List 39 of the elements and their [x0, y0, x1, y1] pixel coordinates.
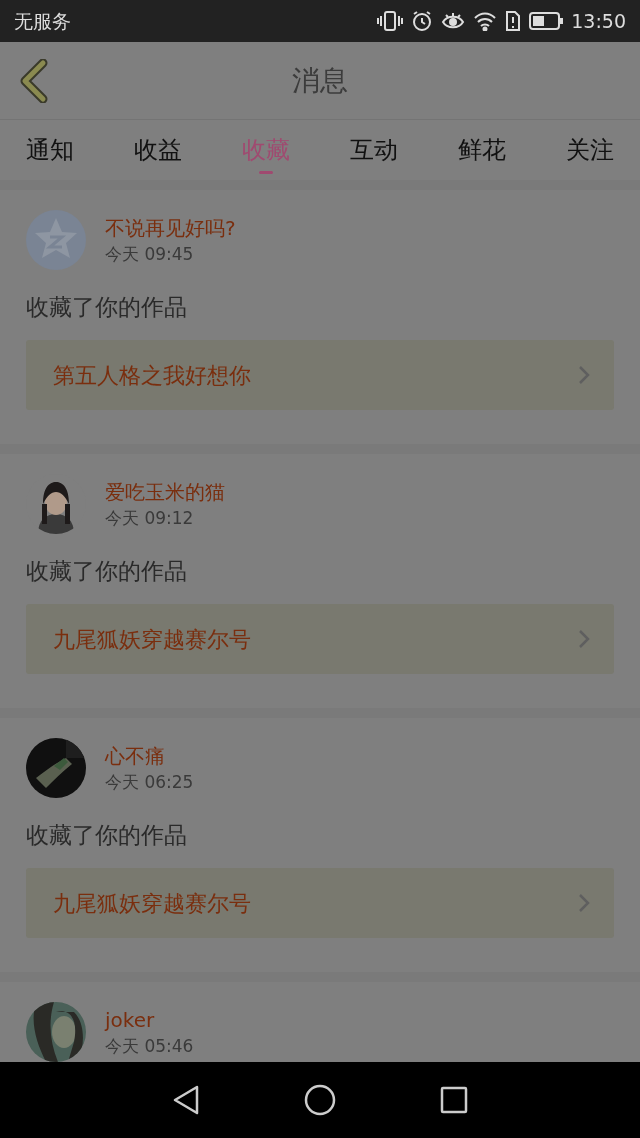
- chevron-right-icon: [578, 629, 590, 649]
- battery-icon: [529, 12, 564, 30]
- eye-icon: [441, 11, 466, 31]
- work-link[interactable]: 九尾狐妖穿越赛尔号: [26, 604, 614, 674]
- page-title: 消息: [292, 62, 348, 99]
- message-text: 收藏了你的作品: [26, 293, 187, 322]
- clock-text: 13:50: [571, 8, 626, 34]
- work-title: 九尾狐妖穿越赛尔号: [53, 889, 251, 918]
- user-name[interactable]: 心不痛: [105, 742, 194, 770]
- tab[interactable]: 鲜花: [446, 120, 518, 180]
- work-link[interactable]: 九尾狐妖穿越赛尔号: [26, 868, 614, 938]
- message-text: 收藏了你的作品: [26, 821, 187, 850]
- tab[interactable]: 关注: [554, 120, 626, 180]
- user-name[interactable]: 爱吃玉米的猫: [105, 478, 225, 506]
- back-icon: [19, 59, 49, 103]
- chevron-right-icon: [578, 893, 590, 913]
- tab[interactable]: 通知: [14, 120, 86, 180]
- chevron-right-icon: [578, 365, 590, 385]
- carrier-text: 无服务: [14, 8, 71, 34]
- work-title: 第五人格之我好想你: [53, 361, 251, 390]
- timestamp: 今天 09:45: [105, 243, 195, 266]
- user-name[interactable]: 不说再见好吗?: [105, 214, 236, 242]
- timestamp: 今天 05:46: [105, 1035, 194, 1058]
- message-text: 收藏了你的作品: [26, 557, 187, 586]
- wifi-icon: [473, 11, 498, 31]
- back-nav-icon[interactable]: [172, 1084, 200, 1116]
- default-avatar-icon: [26, 210, 86, 270]
- tab[interactable]: 收益: [122, 120, 194, 180]
- timestamp: 今天 06:25: [105, 771, 194, 794]
- home-nav-icon[interactable]: [304, 1084, 336, 1116]
- user-name[interactable]: joker: [105, 1006, 194, 1034]
- work-link[interactable]: 第五人格之我好想你: [26, 340, 614, 410]
- tab[interactable]: 互动: [338, 120, 410, 180]
- recents-nav-icon[interactable]: [440, 1086, 468, 1114]
- sim-alert-icon: [505, 10, 522, 32]
- alarm-icon: [411, 10, 434, 32]
- work-title: 九尾狐妖穿越赛尔号: [53, 625, 251, 654]
- timestamp: 今天 09:12: [105, 507, 195, 530]
- vibrate-icon: [377, 10, 404, 32]
